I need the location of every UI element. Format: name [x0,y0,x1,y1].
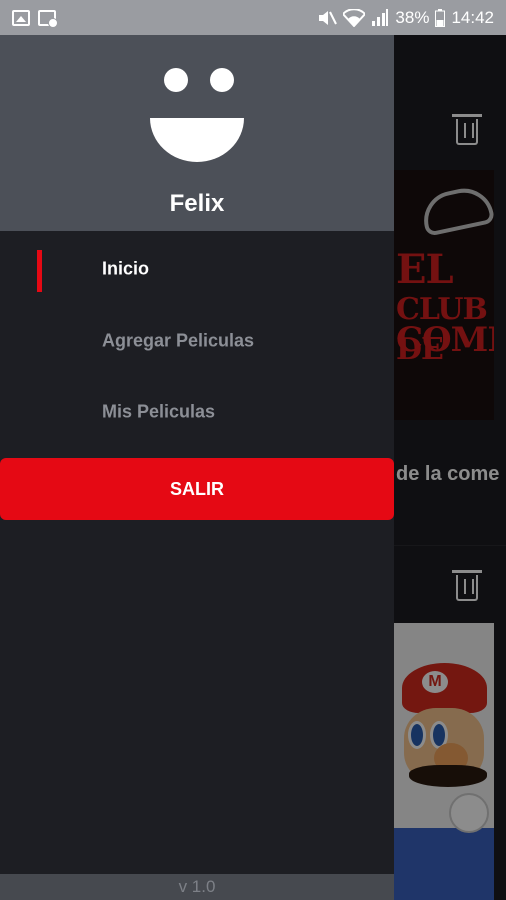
image-icon [12,9,30,26]
smiley-mouth [150,118,244,162]
smiley-eye [210,68,234,92]
menu-item-label: Inicio [102,258,150,279]
menu-item-label: Agregar Peliculas [102,330,255,351]
active-indicator [37,250,42,292]
user-name: Felix [169,190,225,217]
menu-item-agregar-peliculas[interactable]: Agregar Peliculas [0,305,394,377]
smiley-eye [164,68,188,92]
signal-icon [372,8,389,26]
menu-item-mis-peliculas[interactable]: Mis Peliculas [0,376,394,448]
battery-percent: 38% [395,7,430,27]
mute-icon [319,10,338,25]
version-label: v 1.0 [178,877,216,896]
navigation-drawer: Felix Inicio Agregar Peliculas Mis Pelic… [0,35,394,900]
version-footer: v 1.0 [0,874,394,900]
clock: 14:42 [451,7,494,27]
logout-button[interactable]: SALIR [0,458,394,520]
image-sync-icon [38,9,58,28]
smiley-icon [150,68,244,162]
status-bar: 38% 14:42 [0,0,506,35]
menu-item-inicio[interactable]: Inicio [0,233,394,305]
wifi-icon [343,8,366,27]
menu-item-label: Mis Peliculas [102,401,216,422]
drawer-header: Felix [0,35,394,231]
battery-icon [435,8,446,27]
scrim-overlay[interactable] [394,35,506,900]
